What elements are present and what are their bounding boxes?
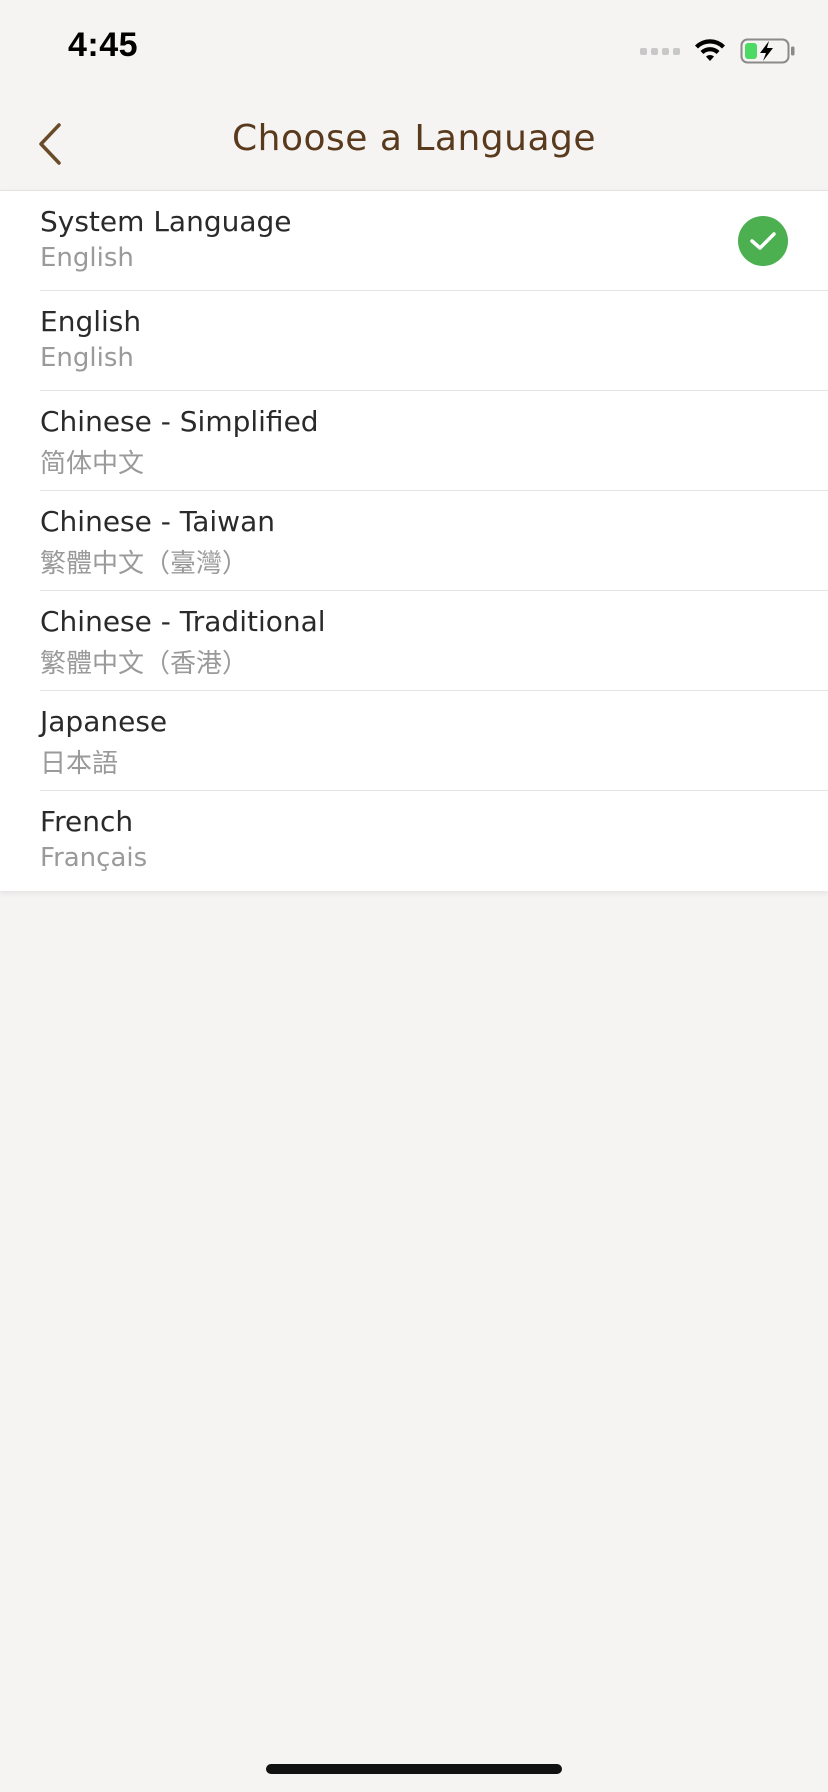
- language-native-name: 日本語: [40, 749, 119, 779]
- language-name: Japanese: [40, 705, 168, 738]
- language-native-name: Français: [40, 843, 148, 873]
- page-title: Choose a Language: [231, 118, 597, 159]
- language-list: System Language English English English …: [0, 190, 828, 891]
- language-item-chinese-simplified[interactable]: Chinese - Simplified 简体中文: [0, 391, 828, 491]
- language-name: Chinese - Taiwan: [40, 505, 275, 538]
- language-item-chinese-traditional[interactable]: Chinese - Traditional 繁體中文（香港）: [0, 591, 828, 691]
- language-name: System Language: [40, 205, 292, 238]
- status-icons: [640, 36, 796, 66]
- language-name: English: [40, 305, 142, 338]
- cellular-signal-icon: [640, 47, 680, 55]
- navigation-bar: Choose a Language: [0, 100, 828, 190]
- language-native-name: 繁體中文（臺灣）: [40, 549, 249, 579]
- language-screen: 4:45 Choose a Language System Language E…: [0, 0, 828, 1792]
- language-item-english[interactable]: English English: [0, 291, 828, 391]
- language-name: French: [40, 805, 134, 838]
- battery-charging-icon: [740, 38, 795, 64]
- language-native-name: English: [40, 243, 134, 273]
- language-item-french[interactable]: French Français: [0, 791, 828, 891]
- language-native-name: 繁體中文（香港）: [40, 649, 249, 679]
- status-bar: 4:45: [0, 0, 828, 100]
- checkmark-icon: [738, 216, 788, 266]
- status-time: 4:45: [68, 26, 139, 64]
- home-indicator[interactable]: [266, 1764, 562, 1774]
- language-item-chinese-taiwan[interactable]: Chinese - Taiwan 繁體中文（臺灣）: [0, 491, 828, 591]
- language-name: Chinese - Simplified: [40, 405, 319, 438]
- wifi-icon: [695, 39, 725, 61]
- language-native-name: English: [40, 343, 134, 373]
- language-native-name: 简体中文: [40, 449, 145, 479]
- language-item-japanese[interactable]: Japanese 日本語: [0, 691, 828, 791]
- language-name: Chinese - Traditional: [40, 605, 326, 638]
- language-item-system[interactable]: System Language English: [0, 191, 828, 291]
